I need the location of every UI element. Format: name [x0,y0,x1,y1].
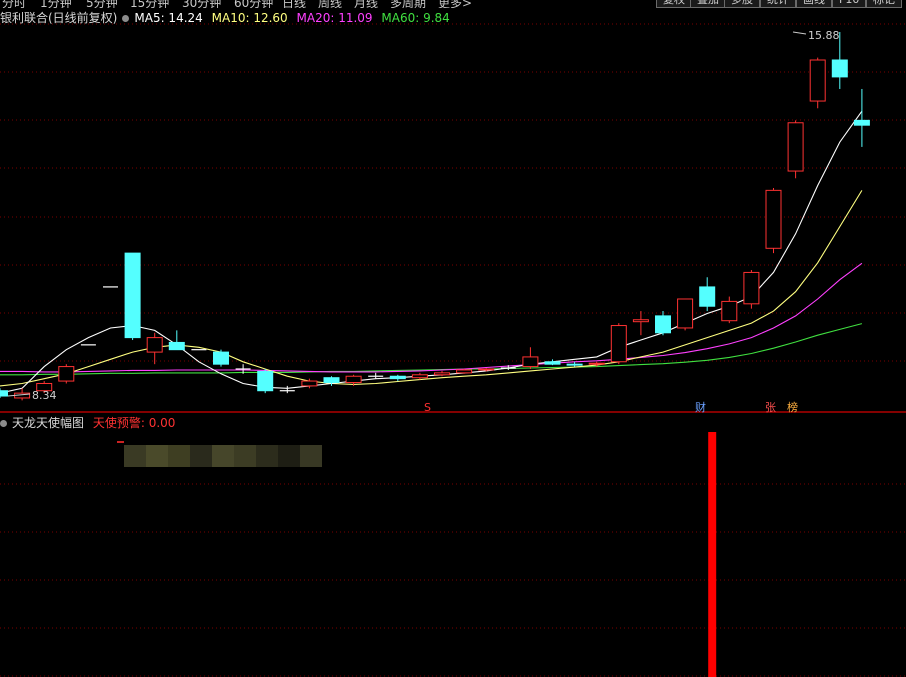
candle-body [389,375,406,380]
candle [699,277,716,312]
candle [146,332,163,365]
candle-body [765,189,782,249]
candle-body [588,362,605,365]
candle-body [721,300,738,322]
candle-body [655,315,671,334]
candle [765,187,782,254]
candle-body [544,361,561,365]
candle-body [257,370,274,392]
candle-body [478,368,495,371]
signal-bar [708,432,717,677]
candle-body [411,374,428,379]
candle [632,311,649,336]
candle-body [632,319,649,323]
candle-body [146,337,163,353]
candle [809,57,826,109]
candle [368,372,384,379]
candle [456,368,473,374]
high-price-label: 15.88 [808,29,840,42]
high-pointer [792,31,807,35]
candle [257,368,274,394]
candle-body [301,380,318,387]
candle-body [168,341,185,351]
candle-body [853,119,870,126]
candle [544,359,561,366]
candle-body [124,252,141,339]
candle [787,120,804,179]
candle [168,330,185,351]
candle-body [345,375,362,384]
candle-body [323,377,340,384]
candle-body [434,372,450,376]
event-marker-zhang[interactable]: 张 [765,401,776,414]
candle [0,388,8,398]
candle-body [831,59,848,78]
candle-body [677,298,694,329]
event-marker-s[interactable]: S [424,401,431,414]
event-marker-cai[interactable]: 财 [695,400,706,414]
candle [655,311,671,336]
event-marker-bang[interactable]: 榜 [787,400,798,414]
candle [721,296,738,324]
signal-mini-marker [117,441,124,443]
candle [743,270,760,309]
candle-body [456,369,473,374]
candle [677,298,694,331]
signal-bars [117,432,717,677]
candle-body [566,363,583,366]
candle-body [213,351,229,365]
candle [279,385,295,394]
low-price-label: 8.34 [32,389,57,402]
ma5-line [0,110,863,394]
candlesticks [0,32,870,401]
candle [610,323,627,365]
candle [213,349,229,367]
candle-body [699,286,716,307]
candle-body [522,356,539,368]
candle-body [0,390,8,397]
kline-chart[interactable]: 15.88 8.34 S 财 张 榜 [0,0,906,677]
chart-gridlines [0,23,906,677]
candle-body [58,366,75,382]
candle [389,374,406,382]
candle-body [743,271,760,305]
candle [522,347,539,369]
candle [58,364,75,384]
candle-body [809,59,826,102]
candle-body [787,122,804,172]
moving-average-lines [0,110,863,394]
candle [124,252,141,341]
candle-body [610,325,627,363]
